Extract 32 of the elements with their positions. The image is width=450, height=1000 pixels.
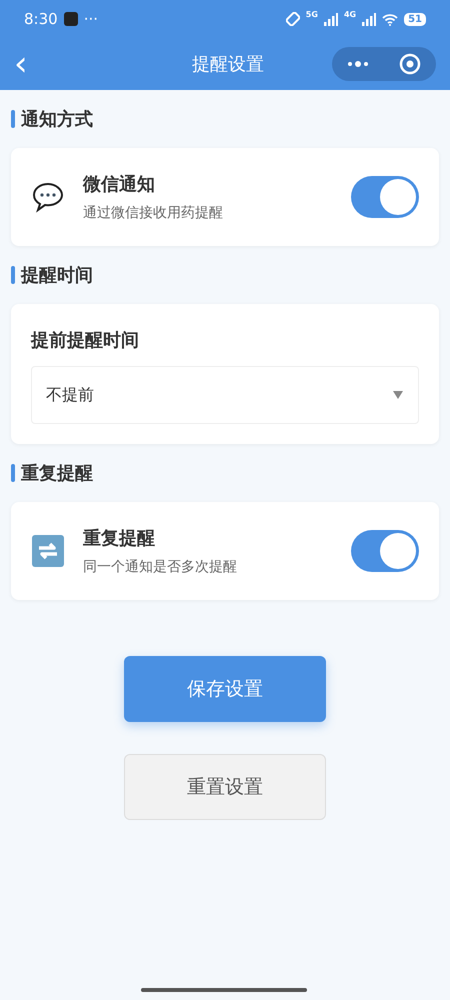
dropdown-arrow-icon [392, 390, 404, 400]
toggle-switch[interactable] [351, 176, 419, 218]
setting-label: 微信通知 [83, 173, 156, 196]
repeat-icon [31, 534, 65, 568]
network-label: 5G [306, 10, 318, 19]
network-label: 4G [344, 10, 356, 19]
accent-bar [11, 110, 15, 128]
section-title: 提醒时间 [21, 264, 93, 287]
menu-capsule[interactable] [332, 47, 436, 81]
setting-description: 同一个通知是否多次提醒 [83, 558, 238, 576]
accent-bar [11, 464, 15, 482]
dropdown-field[interactable]: 不提前 [31, 366, 419, 424]
setting-label: 提前提醒时间 [31, 329, 140, 352]
more-dots: ··· [84, 10, 98, 28]
status-time: 8:30 [24, 10, 58, 28]
toggle-switch[interactable] [351, 530, 419, 572]
accent-bar [11, 266, 15, 284]
setting-description: 通过微信接收用药提醒 [83, 204, 224, 222]
signal-icon [324, 12, 338, 26]
app-icon [64, 12, 78, 26]
speech-bubble-icon [31, 180, 65, 214]
close-icon[interactable] [399, 53, 421, 75]
page-title: 提醒设置 [191, 53, 265, 76]
reset-button[interactable]: 重置设置 [124, 754, 326, 820]
setting-label: 重复提醒 [83, 527, 156, 550]
battery-level: 51 [404, 12, 426, 26]
section-title: 通知方式 [21, 108, 93, 131]
wifi-icon [382, 12, 398, 26]
signal-icon [362, 12, 376, 26]
rotate-icon [286, 12, 300, 26]
section-title: 重复提醒 [21, 462, 93, 485]
more-icon[interactable] [347, 60, 369, 68]
